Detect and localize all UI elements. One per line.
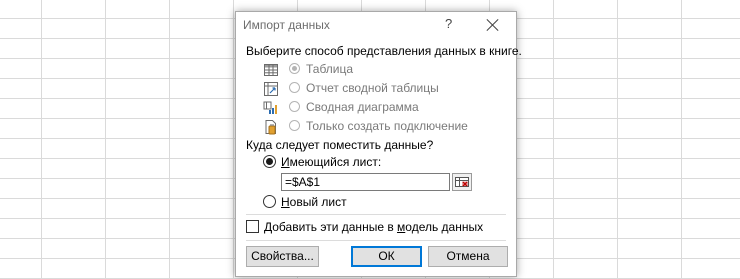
view-section-label: Выберите способ представления данных в к… [246, 44, 522, 58]
dialog-titlebar: Импорт данных ? [236, 12, 516, 38]
option-pivot-table[interactable]: Отчет сводной таблицы [263, 81, 508, 97]
import-data-dialog: Импорт данных ? Выберите способ представ… [235, 11, 522, 277]
new-sheet-radio[interactable] [263, 195, 276, 208]
close-icon[interactable] [486, 18, 500, 32]
properties-button[interactable]: Свойства... [246, 246, 319, 267]
help-button[interactable]: ? [445, 16, 452, 31]
table-icon [264, 64, 278, 76]
existing-sheet-radio[interactable] [263, 155, 276, 168]
divider [246, 240, 506, 241]
data-model-label: Добавить эти данные в модель данных [264, 220, 484, 234]
cancel-button[interactable]: Отмена [428, 246, 508, 267]
option-pivot-table-label: Отчет сводной таблицы [306, 81, 439, 95]
option-table[interactable]: Таблица [263, 62, 508, 78]
data-model-option[interactable]: Добавить эти данные в модель данных [246, 220, 506, 236]
range-picker-icon [455, 177, 469, 187]
option-pivot-table-radio[interactable] [289, 82, 300, 93]
range-picker-button[interactable] [452, 173, 472, 191]
connection-icon [265, 120, 276, 135]
pivot-table-icon [264, 82, 278, 96]
option-pivot-chart[interactable]: Сводная диаграмма [263, 100, 508, 116]
dialog-title: Импорт данных [243, 18, 330, 32]
option-connection-only-radio[interactable] [289, 120, 300, 131]
divider [246, 214, 506, 215]
option-connection-only-label: Только создать подключение [306, 119, 468, 133]
option-pivot-chart-label: Сводная диаграмма [306, 100, 419, 114]
pivot-chart-icon [263, 101, 277, 114]
option-pivot-chart-radio[interactable] [289, 101, 300, 112]
new-sheet-label: Новый лист [281, 195, 347, 209]
existing-sheet-option[interactable]: Имеющийся лист: [263, 155, 463, 171]
option-connection-only[interactable]: Только создать подключение [263, 119, 508, 135]
data-model-checkbox[interactable] [246, 220, 259, 233]
option-table-radio[interactable] [289, 63, 300, 74]
existing-sheet-label: Имеющийся лист: [281, 155, 382, 169]
location-section-label: Куда следует поместить данные? [246, 138, 434, 152]
range-input-box[interactable] [281, 173, 450, 191]
new-sheet-option[interactable]: Новый лист [263, 195, 463, 211]
ok-button[interactable]: ОК [351, 246, 422, 267]
option-table-label: Таблица [306, 62, 354, 76]
range-input[interactable] [285, 175, 445, 189]
